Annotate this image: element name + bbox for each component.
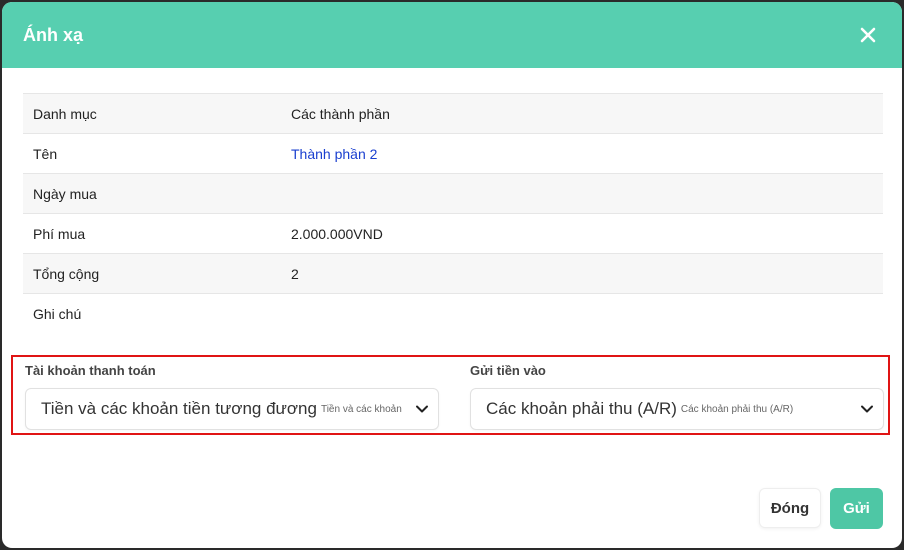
table-row: Tên Thành phần 2 <box>23 133 883 174</box>
submit-button[interactable]: Gửi <box>830 488 883 529</box>
purchase-date-value <box>281 173 883 214</box>
category-value: Các thành phần <box>281 93 883 134</box>
table-row: Ngày mua <box>23 173 883 214</box>
category-label: Danh mục <box>23 93 281 134</box>
deposit-to-select[interactable]: Các khoản phải thu (A/R) Các khoản phải … <box>470 388 884 430</box>
payment-account-selected-sub: Tiền và các khoản <box>320 403 402 415</box>
payment-account-select[interactable]: Tiền và các khoản tiền tương đương Tiền … <box>25 388 439 430</box>
deposit-to-label: Gửi tiền vào <box>470 363 546 378</box>
close-icon <box>860 27 876 43</box>
payment-account-field: Tài khoản thanh toán Tiền và các khoản t… <box>25 362 439 430</box>
deposit-to-field: Gửi tiền vào Các khoản phải thu (A/R) Cá… <box>470 362 884 430</box>
table-row: Ghi chú <box>23 293 883 334</box>
table-row: Tổng cộng 2 <box>23 253 883 294</box>
purchase-fee-label: Phí mua <box>23 213 281 254</box>
total-label: Tổng cộng <box>23 253 281 294</box>
payment-account-label: Tài khoản thanh toán <box>25 363 156 378</box>
account-selection-highlight: Tài khoản thanh toán Tiền và các khoản t… <box>11 355 890 435</box>
total-value: 2 <box>281 253 883 294</box>
modal-header: Ánh xạ <box>2 2 902 68</box>
note-label: Ghi chú <box>23 293 281 334</box>
deposit-to-selected: Các khoản phải thu (A/R) <box>486 399 677 418</box>
table-row: Danh mục Các thành phần <box>23 93 883 134</box>
close-button[interactable] <box>856 23 880 47</box>
purchase-fee-value: 2.000.000VND <box>281 213 883 254</box>
details-table: Danh mục Các thành phần Tên Thành phần 2… <box>23 93 883 334</box>
name-value-link[interactable]: Thành phần 2 <box>281 133 883 174</box>
modal-title: Ánh xạ <box>23 24 84 45</box>
deposit-to-selected-sub: Các khoản phải thu (A/R) <box>680 403 794 415</box>
close-modal-button[interactable]: Đóng <box>759 488 821 528</box>
table-row: Phí mua 2.000.000VND <box>23 213 883 254</box>
mapping-modal: Ánh xạ Danh mục Các thành phần Tên Thành… <box>2 2 902 548</box>
chevron-down-icon <box>859 401 875 417</box>
chevron-down-icon <box>414 401 430 417</box>
payment-account-selected: Tiền và các khoản tiền tương đương <box>41 399 317 418</box>
purchase-date-label: Ngày mua <box>23 173 281 214</box>
note-value <box>281 293 883 334</box>
name-label: Tên <box>23 133 281 174</box>
